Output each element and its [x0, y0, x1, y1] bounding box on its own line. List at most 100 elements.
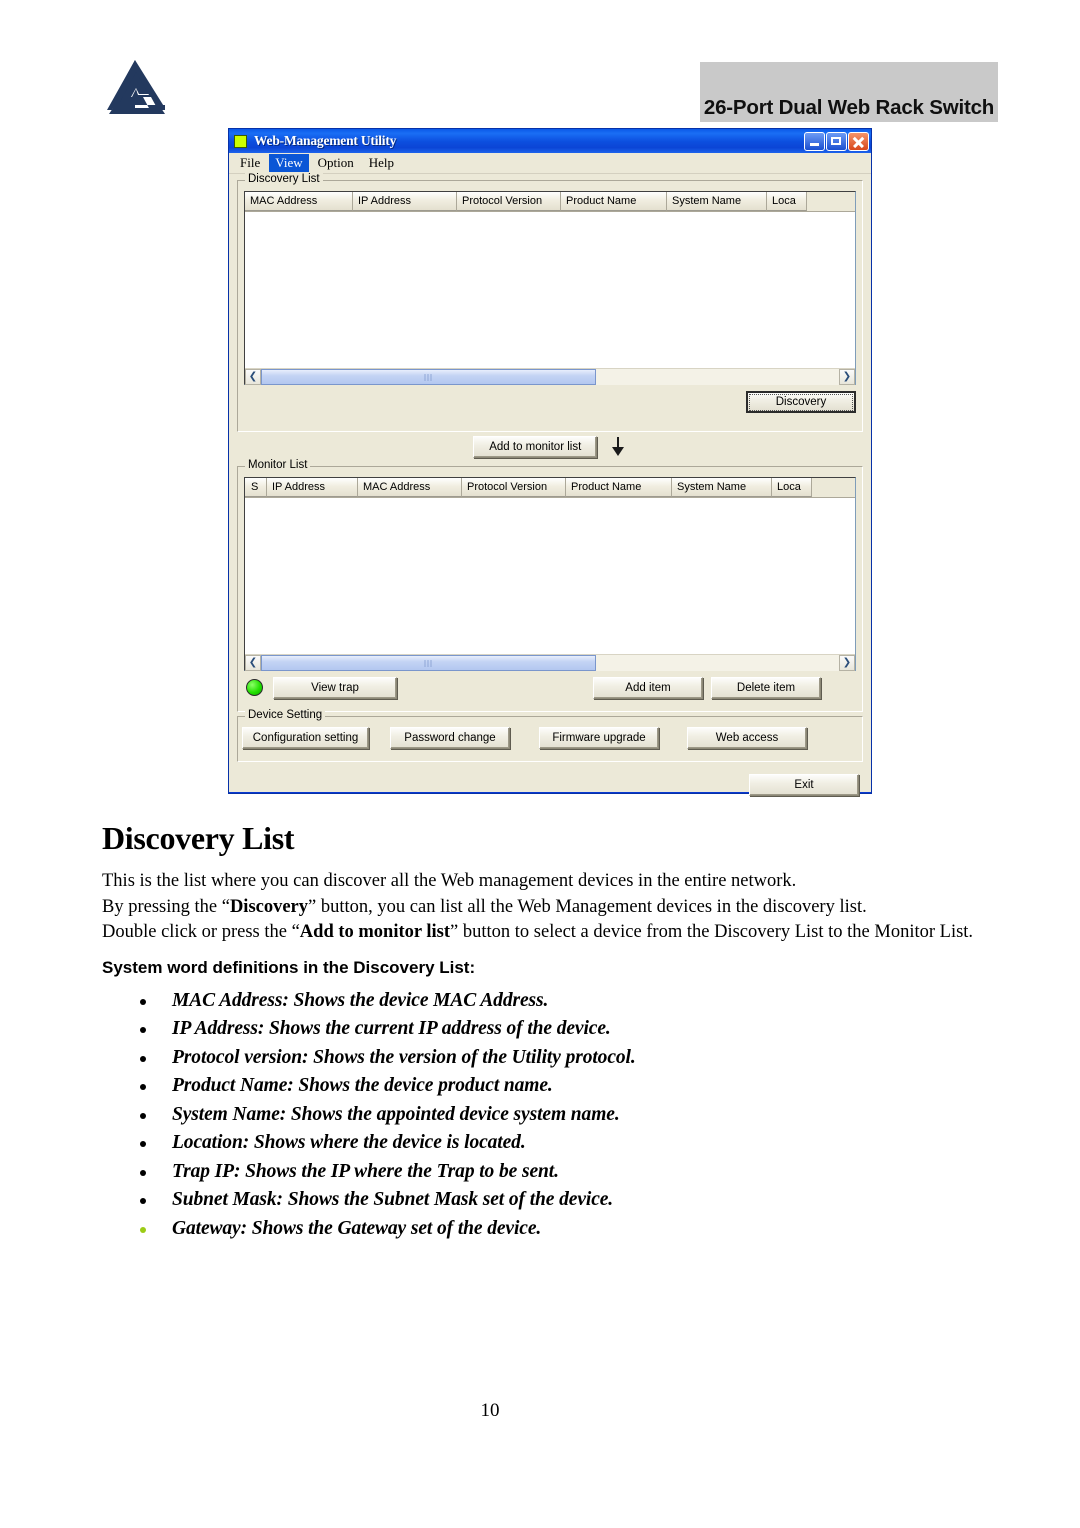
- app-icon: [234, 134, 247, 148]
- discovery-list-group-label: Discovery List: [245, 173, 323, 185]
- scroll-left-icon[interactable]: ❮: [245, 655, 261, 671]
- bullet-dot-icon: [140, 1084, 146, 1090]
- maximize-button[interactable]: [826, 131, 847, 151]
- configuration-setting-button[interactable]: Configuration setting: [242, 727, 369, 749]
- paragraph-2: By pressing the “Discovery” button, you …: [102, 895, 1000, 921]
- monitor-list-group-label: Monitor List: [245, 459, 311, 471]
- scroll-right-icon[interactable]: ❯: [839, 655, 855, 671]
- monitor-list-hscrollbar[interactable]: ❮ ❯: [245, 654, 855, 671]
- monitor-col-product-name[interactable]: Product Name: [566, 478, 672, 497]
- monitor-col-selected[interactable]: S: [245, 478, 267, 497]
- discovery-col-product-name[interactable]: Product Name: [561, 192, 667, 211]
- discovery-col-protocol-version[interactable]: Protocol Version: [457, 192, 561, 211]
- bullet-dot-icon: [140, 1169, 146, 1176]
- window-client-area: Discovery List MAC Address IP Address Pr…: [229, 173, 871, 796]
- monitor-list-header-row: S IP Address MAC Address Protocol Versio…: [245, 478, 855, 498]
- scroll-thumb-grip-icon: [424, 660, 433, 667]
- document-body: Discovery List This is the list where yo…: [0, 820, 1080, 1244]
- list-item: Product Name: Shows the device product n…: [140, 1073, 1080, 1100]
- discovery-list-header-row: MAC Address IP Address Protocol Version …: [245, 192, 855, 212]
- list-item: MAC Address: Shows the device MAC Addres…: [140, 988, 1080, 1015]
- list-item-label: MAC Address: Shows the device MAC Addres…: [172, 989, 549, 1011]
- paragraph-1: This is the list where you can discover …: [102, 871, 797, 891]
- exit-button[interactable]: Exit: [749, 774, 859, 796]
- monitor-col-protocol-version[interactable]: Protocol Version: [462, 478, 566, 497]
- bullet-dot-icon: [140, 1055, 146, 1062]
- minimize-button[interactable]: [804, 131, 825, 151]
- page-number: 10: [480, 1400, 500, 1421]
- add-to-monitor-list-term: Add to monitor list: [299, 922, 451, 942]
- discovery-button[interactable]: Discovery: [746, 391, 856, 413]
- paragraph-2-tail: ” button, you can list all the Web Manag…: [308, 896, 867, 917]
- page-header: 26-Port Dual Web Rack Switch: [0, 0, 1080, 140]
- delete-item-button[interactable]: Delete item: [711, 677, 821, 699]
- list-item-label: Subnet Mask: Shows the Subnet Mask set o…: [172, 1189, 614, 1210]
- list-item-label: Location: Shows where the device is loca…: [172, 1132, 526, 1153]
- exit-row: Exit: [237, 774, 863, 796]
- list-item: Gateway: Shows the Gateway set of the de…: [140, 1216, 1080, 1243]
- atlantis-triangle-a-logo: [107, 60, 165, 114]
- scroll-left-icon[interactable]: ❮: [245, 369, 261, 385]
- discovery-list-hscrollbar[interactable]: ❮ ❯: [245, 368, 855, 385]
- monitor-list-rows[interactable]: [245, 498, 855, 654]
- list-item-label: Protocol version: Shows the version of t…: [172, 1046, 636, 1068]
- monitor-col-location[interactable]: Loca: [772, 478, 812, 497]
- discovery-col-location[interactable]: Loca: [767, 192, 807, 211]
- firmware-upgrade-button[interactable]: Firmware upgrade: [539, 727, 659, 749]
- view-trap-button[interactable]: View trap: [273, 677, 397, 699]
- close-button[interactable]: [848, 131, 869, 151]
- arrow-down-icon: [611, 437, 627, 457]
- paragraph-2-lead: By pressing the “: [102, 896, 230, 917]
- discovery-list-table[interactable]: MAC Address IP Address Protocol Version …: [244, 191, 856, 385]
- add-item-button[interactable]: Add item: [593, 677, 703, 699]
- bullet-dot-icon: [140, 1027, 146, 1033]
- page-header-title: 26-Port Dual Web Rack Switch: [703, 96, 995, 119]
- list-item-label: Product Name: Shows the device product n…: [172, 1075, 553, 1096]
- monitor-col-mac-address[interactable]: MAC Address: [358, 478, 462, 497]
- definitions-heading: System word definitions in the Discovery…: [102, 957, 476, 977]
- bullet-dot-icon: [140, 1141, 146, 1147]
- web-access-button[interactable]: Web access: [687, 727, 807, 749]
- monitor-list-group: Monitor List S IP Address MAC Address Pr…: [237, 459, 863, 712]
- monitor-col-ip-address[interactable]: IP Address: [267, 478, 358, 497]
- discovery-term: Discovery: [229, 896, 309, 917]
- add-to-monitor-list-button[interactable]: Add to monitor list: [473, 436, 598, 458]
- list-item: Subnet Mask: Shows the Subnet Mask set o…: [140, 1187, 1080, 1214]
- list-item-label: IP Address: Shows the current IP address…: [172, 1018, 611, 1039]
- menu-bar: File View Option Help: [229, 153, 871, 174]
- green-status-led: [246, 679, 263, 696]
- list-item: Protocol version: Shows the version of t…: [140, 1045, 1080, 1072]
- menu-item-view[interactable]: View: [269, 154, 309, 172]
- discovery-col-system-name[interactable]: System Name: [667, 192, 767, 211]
- definitions-list: MAC Address: Shows the device MAC Addres…: [0, 988, 1080, 1243]
- list-item-label: Gateway: Shows the Gateway set of the de…: [172, 1217, 542, 1239]
- monitor-action-row: View trap Add item Delete item: [244, 677, 856, 701]
- bullet-dot-icon: [140, 1198, 146, 1204]
- web-management-utility-window: Web-Management Utility File View Option …: [228, 128, 872, 796]
- menu-item-help[interactable]: Help: [363, 154, 400, 172]
- device-setting-group: Device Setting Configuration setting Pas…: [237, 709, 863, 762]
- discovery-list-group: Discovery List MAC Address IP Address Pr…: [237, 173, 863, 432]
- window-titlebar: Web-Management Utility: [229, 129, 871, 153]
- discovery-col-mac-address[interactable]: MAC Address: [245, 192, 353, 211]
- discovery-list-rows[interactable]: [245, 212, 855, 368]
- bullet-dot-icon: [140, 998, 146, 1005]
- monitor-list-table[interactable]: S IP Address MAC Address Protocol Versio…: [244, 477, 856, 671]
- list-item-label: System Name: Shows the appointed device …: [172, 1103, 620, 1125]
- menu-item-file[interactable]: File: [234, 154, 266, 172]
- discovery-col-ip-address[interactable]: IP Address: [353, 192, 457, 211]
- monitor-col-system-name[interactable]: System Name: [672, 478, 772, 497]
- window-title: Web-Management Utility: [254, 133, 397, 148]
- page-title: Discovery List: [102, 820, 295, 856]
- monitor-scroll-track[interactable]: [261, 655, 839, 671]
- paragraph-3-lead: Double click or press the “: [102, 922, 300, 942]
- monitor-scroll-thumb[interactable]: [261, 655, 596, 671]
- bullet-dot-icon: [140, 1112, 146, 1119]
- bullet-dot-icon: [140, 1226, 146, 1233]
- password-change-button[interactable]: Password change: [390, 727, 510, 749]
- scroll-right-icon[interactable]: ❯: [839, 369, 855, 385]
- discovery-scroll-track[interactable]: [261, 369, 839, 385]
- menu-item-option[interactable]: Option: [312, 154, 360, 172]
- discovery-scroll-thumb[interactable]: [261, 369, 596, 385]
- paragraph-3: Double click or press the “Add to monito…: [102, 920, 1000, 946]
